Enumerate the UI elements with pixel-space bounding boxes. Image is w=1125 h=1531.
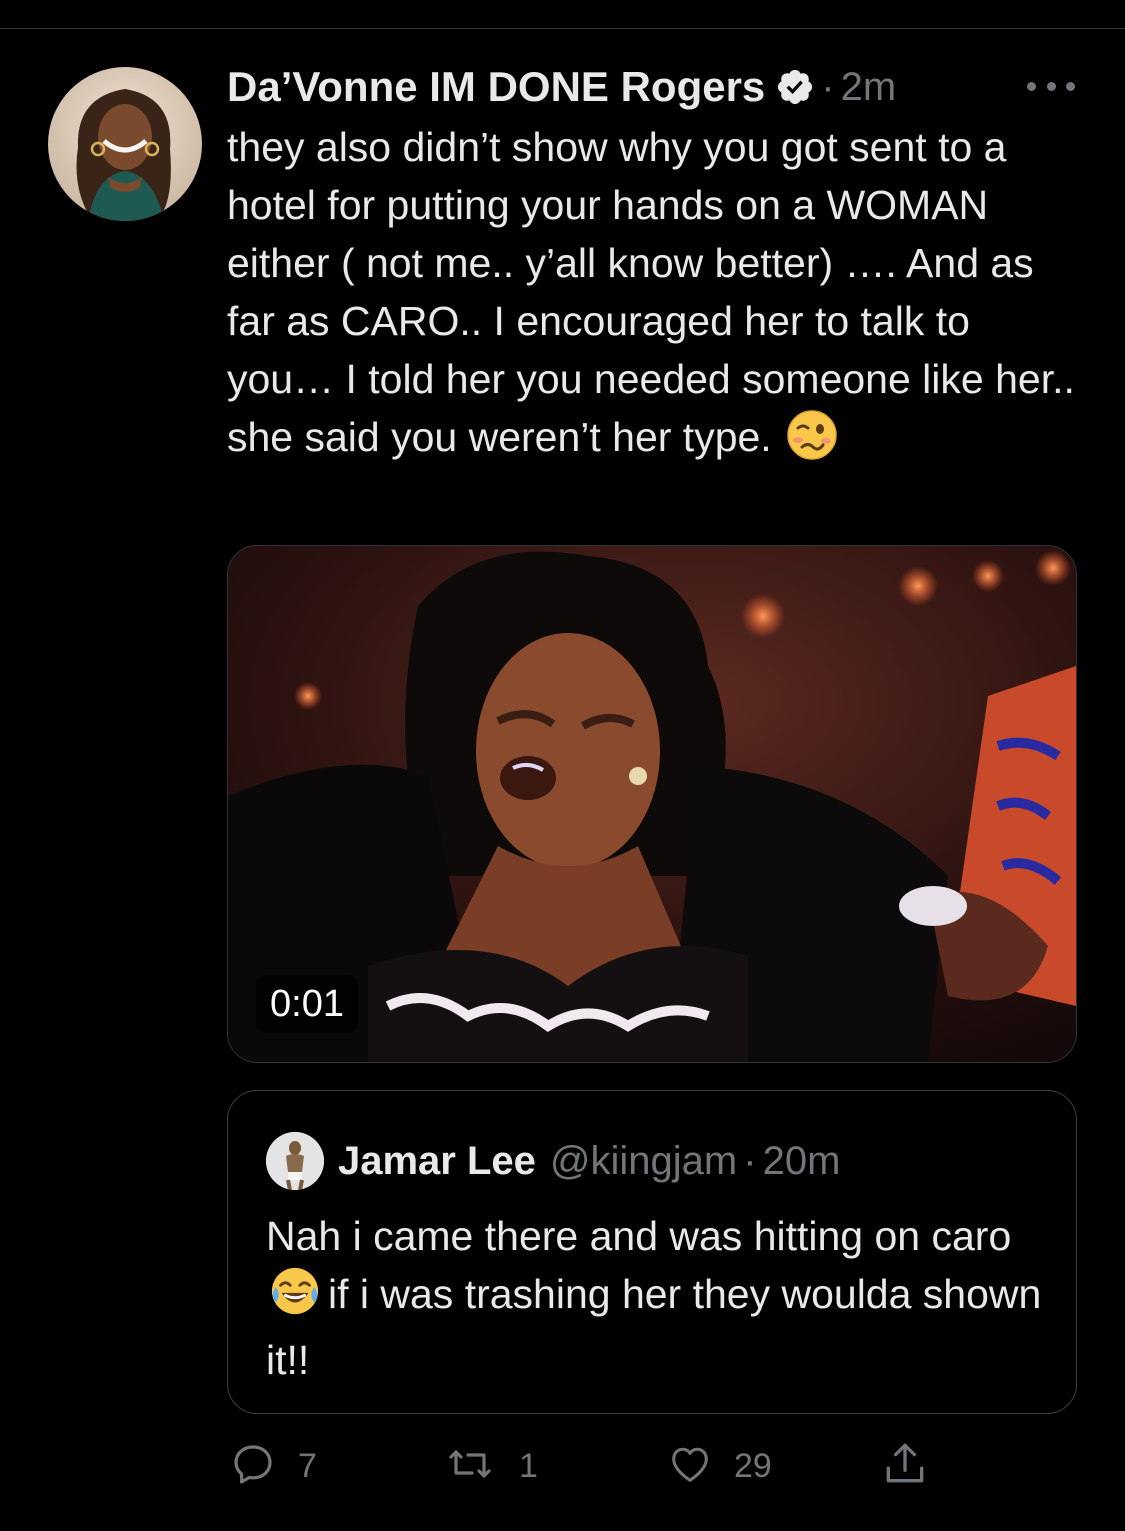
tweet-text: they also didn’t show why you got sent t… [227,118,1087,476]
retweet-count: 1 [519,1446,538,1485]
retweet-button[interactable]: 1 [441,1440,538,1492]
tweet-action-bar: 7 1 29 [228,1440,948,1492]
author-avatar[interactable] [48,67,202,221]
quoted-tweet-text: Nah i came there and was hitting on caro… [266,1207,1046,1389]
retweet-icon [441,1440,499,1493]
quoted-text-part1: Nah i came there and was hitting on caro [266,1213,1012,1259]
heart-icon [666,1441,714,1492]
quoted-text-part2: if i was trashing her they woulda shown … [266,1271,1042,1383]
quoted-author-name: Jamar Lee [338,1138,536,1183]
reply-count: 7 [298,1446,317,1485]
quoted-tweet[interactable]: Jamar Lee @kiingjam · 20m Nah i came the… [227,1090,1077,1414]
tweet-text-body: they also didn’t show why you got sent t… [227,124,1075,460]
tweet-header: Da’Vonne IM DONE Rogers · 2m [227,60,896,114]
top-divider [0,28,1125,29]
like-button[interactable]: 29 [666,1440,772,1492]
header-separator: · [821,64,835,109]
quoted-header-separator: · [743,1138,757,1183]
share-button[interactable] [880,1440,930,1492]
quoted-author-handle: @kiingjam [549,1138,738,1183]
tweet-timestamp[interactable]: 2m [841,65,897,110]
author-display-name[interactable]: Da’Vonne IM DONE Rogers [227,63,765,111]
more-horizontal-icon[interactable] [1027,74,1075,98]
reply-button[interactable]: 7 [228,1440,317,1492]
woozy-face-emoji [786,409,838,476]
quoted-tweet-header: Jamar Lee @kiingjam · 20m [266,1131,840,1191]
like-count: 29 [734,1446,772,1485]
reply-icon [228,1440,278,1493]
video-duration-badge: 0:01 [256,975,358,1033]
quoted-tweet-timestamp: 20m [762,1138,841,1183]
share-icon [880,1439,930,1494]
quoted-author-avatar [266,1132,324,1190]
verified-badge-icon [775,67,815,107]
face-with-tears-of-joy-emoji [270,1266,320,1331]
